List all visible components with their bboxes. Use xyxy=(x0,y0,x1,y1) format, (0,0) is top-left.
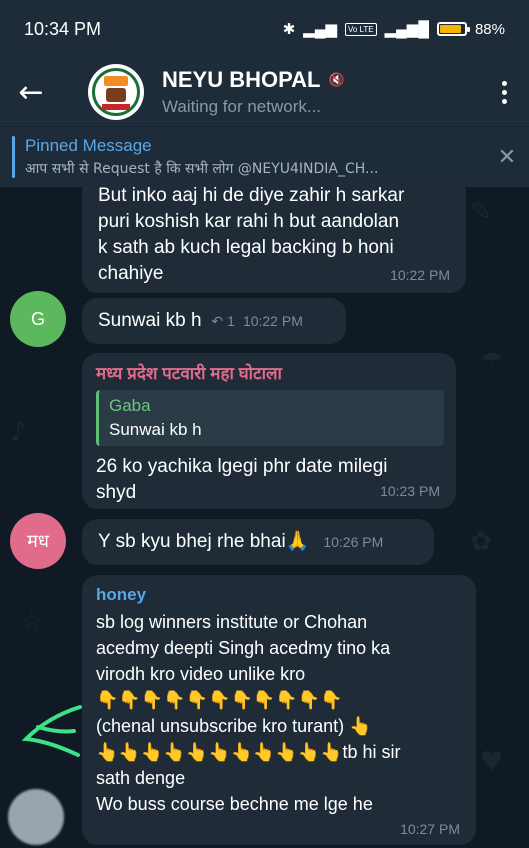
more-vert-icon[interactable] xyxy=(479,80,529,104)
status-time: 10:34 PM xyxy=(24,18,102,39)
battery-percent: 88% xyxy=(474,20,505,38)
doodle-icon: ☂ xyxy=(480,347,504,377)
doodle-icon: ✎ xyxy=(470,197,492,227)
pinned-texts: Pinned Message आप सभी से Request है कि स… xyxy=(25,136,489,178)
volte-badge: Vo LTE xyxy=(344,22,377,36)
reply-count[interactable]: ↶ 1 xyxy=(212,313,235,330)
header-titles[interactable]: NEYU BHOPAL 🔇 Waiting for network... xyxy=(162,67,345,117)
avatar-figure xyxy=(106,88,126,102)
message-time: 10:26 PM xyxy=(323,534,384,550)
reply-text: Sunwai kb h xyxy=(109,420,202,439)
message-time: 10:22 PM xyxy=(242,313,303,329)
pinned-title: Pinned Message xyxy=(25,136,152,155)
message-text: Y sb kyu bhej rhe bhai🙏 xyxy=(98,531,310,552)
signal-icon: ▂▄▆ xyxy=(303,21,337,38)
reply-name: Gaba xyxy=(109,396,151,415)
annotation-arrow-icon xyxy=(21,705,82,757)
sender-name[interactable]: मध्य प्रदेश पटवारी महा घोटाला xyxy=(96,361,444,384)
message-bubble[interactable]: Sunwai kb h ↶ 1 10:22 PM xyxy=(82,298,346,344)
message-row: Sunwai kb h ↶ 1 10:22 PM xyxy=(98,308,330,334)
avatar-initial: G xyxy=(30,308,45,329)
bluetooth-icon: ✱ xyxy=(282,21,296,38)
chat-area[interactable]: ✎ ☂ ♪ ✿ ☆ ♥ But inko aaj hi de diye zahi… xyxy=(0,187,529,848)
sender-name[interactable]: honey xyxy=(96,585,462,605)
message-time: 10:23 PM xyxy=(380,483,440,499)
message-bubble[interactable]: मध्य प्रदेश पटवारी महा घोटाला Gaba Sunwa… xyxy=(82,353,456,509)
message-text: Sunwai kb h xyxy=(98,310,202,331)
pinned-text: आप सभी से Request है कि सभी लोग @NEYU4IN… xyxy=(25,161,379,177)
avatar-flag xyxy=(104,76,128,86)
message-bubble[interactable]: Y sb kyu bhej rhe bhai🙏 10:26 PM xyxy=(82,519,434,565)
avatar-initial: मध xyxy=(27,531,49,551)
chat-header: ← NEYU BHOPAL 🔇 Waiting for network... xyxy=(0,58,529,126)
avatar[interactable] xyxy=(8,789,64,845)
doodle-icon: ♥ xyxy=(480,747,504,777)
back-arrow-icon[interactable]: ← xyxy=(0,61,62,123)
signal-strength-icon: ▂▄▆█ xyxy=(384,21,429,38)
message-time: 10:27 PM xyxy=(400,821,460,837)
group-title: NEYU BHOPAL xyxy=(162,67,321,92)
reply-arrow-icon: ↶ xyxy=(211,312,224,329)
mute-icon: 🔇 xyxy=(328,72,345,88)
battery-icon xyxy=(436,22,470,36)
group-avatar[interactable] xyxy=(88,64,144,120)
message-time: 10:22 PM xyxy=(390,267,450,283)
avatar[interactable]: मध xyxy=(10,513,66,569)
close-icon[interactable]: ✕ xyxy=(489,145,525,170)
message-text: sb log winners institute or Chohan acedm… xyxy=(96,612,401,814)
message-row: Y sb kyu bhej rhe bhai🙏 10:26 PM xyxy=(98,529,418,555)
battery-fill xyxy=(439,25,462,33)
message-bubble[interactable]: But inko aaj hi de diye zahir h sarkar p… xyxy=(82,187,466,293)
reply-count-value: 1 xyxy=(227,312,235,329)
group-status: Waiting for network... xyxy=(162,97,322,116)
status-icons: ✱ ▂▄▆ Vo LTE ▂▄▆█ 88% xyxy=(282,20,505,39)
doodle-icon: ♪ xyxy=(10,417,27,447)
doodle-icon: ✿ xyxy=(470,527,492,557)
avatar[interactable]: G xyxy=(10,291,66,347)
pinned-message-bar[interactable]: Pinned Message आप सभी से Request है कि स… xyxy=(0,126,529,187)
message-bubble[interactable]: honey sb log winners institute or Chohan… xyxy=(82,575,476,845)
group-title-row: NEYU BHOPAL 🔇 xyxy=(162,67,345,93)
reply-preview[interactable]: Gaba Sunwai kb h xyxy=(96,390,444,446)
status-bar: 10:34 PM ✱ ▂▄▆ Vo LTE ▂▄▆█ 88% xyxy=(0,0,529,58)
pinned-accent xyxy=(12,136,15,178)
doodle-icon: ☆ xyxy=(20,607,44,637)
avatar-banner xyxy=(102,104,130,110)
